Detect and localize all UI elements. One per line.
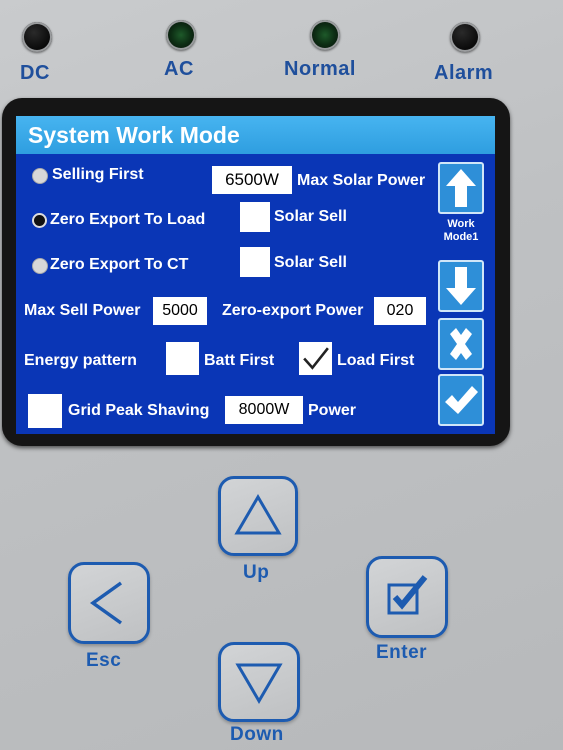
alarm-led	[450, 22, 480, 52]
zero-export-ct-label: Zero Export To CT	[50, 256, 189, 273]
confirm-button[interactable]	[438, 374, 484, 426]
normal-led	[310, 20, 340, 50]
selling-first-radio[interactable]	[32, 168, 48, 184]
zero-export-load-radio[interactable]	[32, 213, 47, 228]
work-mode-indicator: Work Mode1	[438, 218, 484, 244]
grid-peak-shaving-label: Grid Peak Shaving	[68, 402, 210, 419]
batt-first-label: Batt First	[204, 352, 275, 369]
solar-sell-2-checkbox[interactable]	[240, 247, 270, 277]
page-title: System Work Mode	[16, 116, 495, 154]
zero-export-power-field[interactable]: 020	[374, 297, 426, 325]
max-sell-power-label: Max Sell Power	[24, 302, 141, 319]
selling-first-label: Selling First	[52, 166, 144, 183]
solar-sell-2-label: Solar Sell	[274, 254, 347, 271]
checkmark-icon	[303, 347, 329, 370]
page-up-button[interactable]	[438, 162, 484, 214]
enter-key[interactable]	[366, 556, 448, 638]
solar-sell-1-label: Solar Sell	[274, 208, 347, 225]
ac-label: AC	[164, 58, 194, 80]
triangle-up-icon	[234, 494, 282, 535]
dc-led	[22, 22, 52, 52]
esc-key[interactable]	[68, 562, 150, 644]
energy-pattern-label: Energy pattern	[24, 352, 137, 369]
dc-label: DC	[20, 62, 50, 84]
up-key-label: Up	[243, 562, 270, 583]
work-mode-line1: Work	[447, 218, 475, 230]
chevron-left-icon	[89, 581, 123, 625]
load-first-label: Load First	[337, 352, 415, 369]
edit-checkbox-icon	[387, 575, 428, 615]
normal-label: Normal	[284, 58, 356, 80]
work-mode-line2: Mode1	[443, 231, 479, 243]
ac-led	[166, 20, 196, 50]
arrow-up-icon	[446, 169, 476, 207]
max-sell-power-field[interactable]: 5000	[153, 297, 207, 325]
batt-first-checkbox[interactable]	[166, 342, 199, 375]
grid-peak-shaving-checkbox[interactable]	[28, 394, 62, 428]
solar-sell-1-checkbox[interactable]	[240, 202, 270, 232]
zero-export-ct-radio[interactable]	[32, 258, 48, 274]
up-key[interactable]	[218, 476, 298, 556]
close-icon	[450, 328, 472, 360]
max-solar-power-field[interactable]: 6500W	[212, 166, 292, 194]
page-down-button[interactable]	[438, 260, 484, 312]
esc-key-label: Esc	[86, 650, 122, 671]
down-key-label: Down	[230, 724, 284, 745]
max-solar-power-label: Max Solar Power	[297, 172, 426, 189]
check-icon	[445, 386, 478, 414]
down-key[interactable]	[218, 642, 300, 722]
alarm-label: Alarm	[434, 62, 494, 84]
power-label: Power	[308, 402, 357, 419]
lcd-screen: System Work Mode Selling First 6500W Max…	[16, 116, 495, 434]
enter-key-label: Enter	[376, 642, 428, 663]
zero-export-load-label: Zero Export To Load	[50, 211, 206, 228]
grid-peak-shaving-field[interactable]: 8000W	[225, 396, 303, 424]
arrow-down-icon	[446, 267, 476, 305]
side-panel: Work Mode1	[434, 158, 490, 430]
zero-export-power-label: Zero-export Power	[222, 302, 364, 319]
triangle-down-icon	[235, 663, 283, 704]
cancel-button[interactable]	[438, 318, 484, 370]
load-first-checkbox[interactable]	[299, 342, 332, 375]
